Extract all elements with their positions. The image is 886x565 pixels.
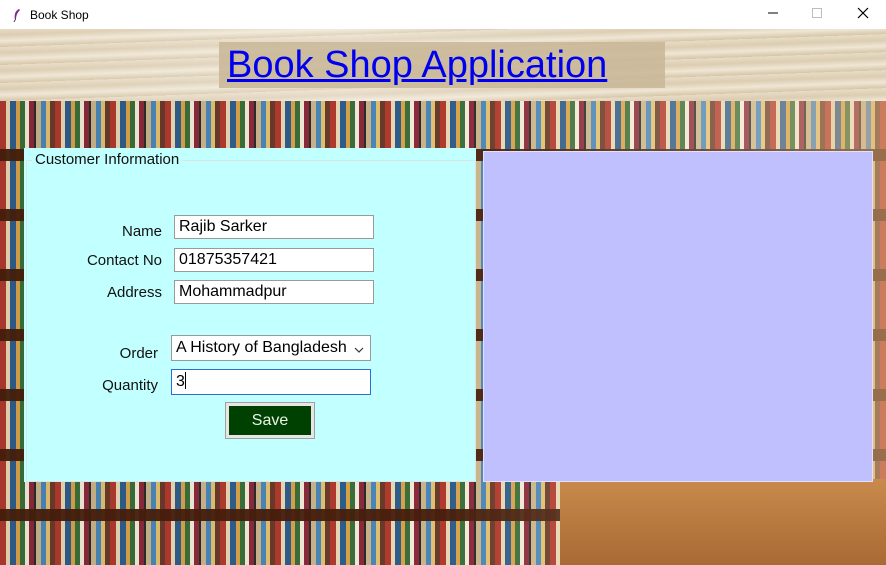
name-label: Name [121,223,162,240]
minimize-icon [767,6,779,24]
floor [560,479,886,565]
save-label: Save [251,411,289,429]
quantity-label: Quantity [102,377,158,394]
contact-label: Contact No [86,252,162,269]
chevron-down-icon [354,342,364,360]
address-label: Address [106,284,162,301]
order-selected: A History of Bangladesh [176,339,347,356]
window-titlebar: Book Shop [0,0,886,30]
order-label: Order [119,345,158,362]
feather-icon [11,8,23,22]
quantity-value: 3 [176,373,185,390]
close-button[interactable] [840,0,886,29]
save-button-face: Save [229,406,311,435]
customer-legend: Customer Information [32,151,183,168]
name-field[interactable]: Rajib Sarker [174,215,374,239]
contact-field[interactable]: 01875357421 [174,248,374,272]
text-cursor [184,372,186,389]
order-dropdown[interactable]: A History of Bangladesh [171,335,371,361]
save-button[interactable]: Save [225,402,315,439]
heading-box: Book Shop Application [219,42,665,88]
page-title: Book Shop Application [227,43,608,86]
minimize-button[interactable] [750,0,796,29]
quantity-field[interactable]: 3 [171,369,371,395]
close-icon [857,6,869,24]
address-field[interactable]: Mohammadpur [174,280,374,304]
window-title: Book Shop [30,7,89,22]
maximize-button[interactable] [794,0,840,29]
details-panel [483,151,873,482]
maximize-icon [811,6,823,24]
